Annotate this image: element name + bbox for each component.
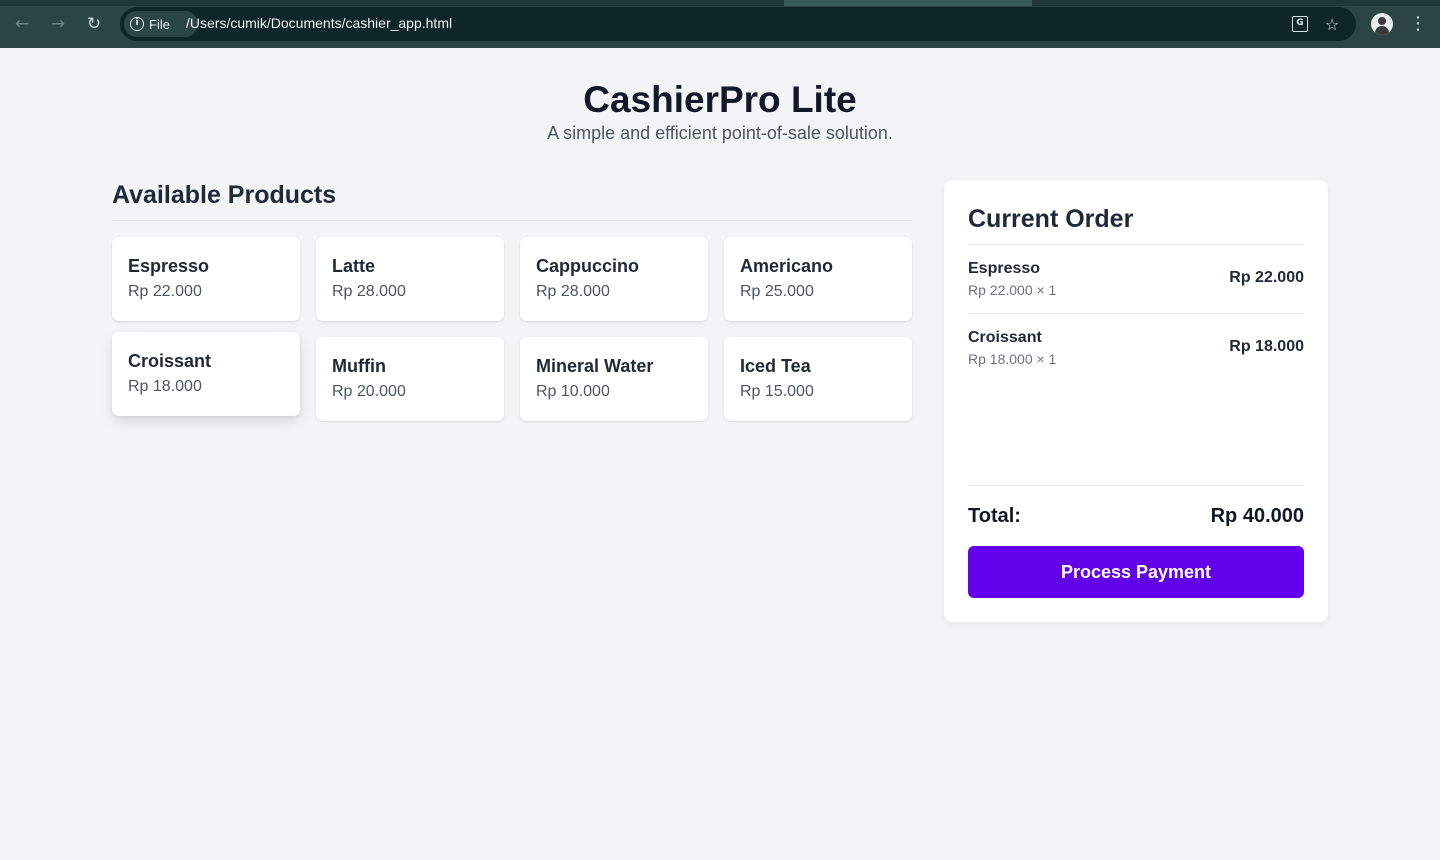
order-item-total: Rp 22.000 [1229, 269, 1304, 286]
reload-icon[interactable]: ↻ [82, 12, 106, 36]
page-subtitle: A simple and efficient point-of-sale sol… [547, 123, 893, 143]
total-value: Rp 40.000 [1210, 505, 1304, 527]
product-name: Latte [332, 256, 376, 276]
product-card-mineral-water[interactable]: Mineral Water Rp 10.000 [520, 337, 708, 421]
info-icon: i [130, 17, 144, 31]
active-tab-indicator [784, 0, 1032, 6]
product-card-cappuccino[interactable]: Cappuccino Rp 28.000 [520, 237, 708, 321]
order-item-qty: Rp 22.000 × 1 [968, 282, 1057, 298]
page-title: CashierPro Lite [583, 79, 857, 120]
product-card-iced-tea[interactable]: Iced Tea Rp 15.000 [724, 337, 912, 421]
products-title: Available Products [112, 180, 912, 221]
browser-toolbar: ← → ↻ i File /Users/cumik/Documents/cash… [0, 0, 1440, 48]
product-price: Rp 20.000 [332, 383, 406, 400]
product-grid: Espresso Rp 22.000 Latte Rp 28.000 Cappu… [112, 221, 912, 421]
site-chip-label: File [149, 16, 170, 32]
order-title: Current Order [968, 204, 1304, 245]
order-item-total: Rp 18.000 [1229, 338, 1304, 355]
product-card-americano[interactable]: Americano Rp 25.000 [724, 237, 912, 321]
product-card-latte[interactable]: Latte Rp 28.000 [316, 237, 504, 321]
current-order-panel: Current Order Espresso Rp 22.000 × 1 Rp … [944, 180, 1328, 622]
tab-strip [0, 0, 1440, 6]
translate-icon[interactable]: G [1290, 15, 1310, 33]
order-item-name: Espresso [968, 260, 1041, 277]
product-price: Rp 28.000 [536, 283, 610, 300]
product-name: Cappuccino [536, 256, 640, 276]
order-item-croissant: Croissant Rp 18.000 × 1 Rp 18.000 [968, 314, 1304, 383]
product-price: Rp 28.000 [332, 283, 406, 300]
product-price: Rp 15.000 [740, 383, 814, 400]
product-card-croissant[interactable]: Croissant Rp 18.000 [112, 332, 300, 416]
address-bar[interactable]: i File /Users/cumik/Documents/cashier_ap… [120, 7, 1356, 41]
product-name: Espresso [128, 256, 210, 276]
more-menu-icon[interactable]: ⋮ [1408, 13, 1428, 35]
url-text[interactable]: /Users/cumik/Documents/cashier_app.html [186, 15, 452, 31]
order-footer: Total: Rp 40.000 Process Payment [968, 485, 1304, 598]
product-card-espresso[interactable]: Espresso Rp 22.000 [112, 237, 300, 321]
back-icon[interactable]: ← [10, 12, 34, 36]
product-name: Croissant [128, 351, 212, 371]
star-icon[interactable]: ☆ [1322, 15, 1342, 34]
product-card-muffin[interactable]: Muffin Rp 20.000 [316, 337, 504, 421]
product-price: Rp 18.000 [128, 378, 202, 395]
product-name: Muffin [332, 356, 386, 376]
product-name: Mineral Water [536, 356, 654, 376]
product-name: Iced Tea [740, 356, 811, 376]
page-header: CashierPro Lite A simple and efficient p… [0, 78, 1440, 144]
order-item-name: Croissant [968, 329, 1042, 346]
order-item-espresso: Espresso Rp 22.000 × 1 Rp 22.000 [968, 245, 1304, 314]
product-name: Americano [740, 256, 834, 276]
forward-icon[interactable]: → [46, 12, 70, 36]
avatar[interactable] [1371, 13, 1393, 35]
products-section: Available Products Espresso Rp 22.000 La… [112, 180, 912, 421]
process-payment-button[interactable]: Process Payment [968, 546, 1304, 598]
product-price: Rp 10.000 [536, 383, 610, 400]
product-price: Rp 22.000 [128, 283, 202, 300]
total-label: Total: [968, 505, 1021, 527]
product-price: Rp 25.000 [740, 283, 814, 300]
order-item-qty: Rp 18.000 × 1 [968, 351, 1057, 367]
total-row: Total: Rp 40.000 [968, 486, 1304, 546]
